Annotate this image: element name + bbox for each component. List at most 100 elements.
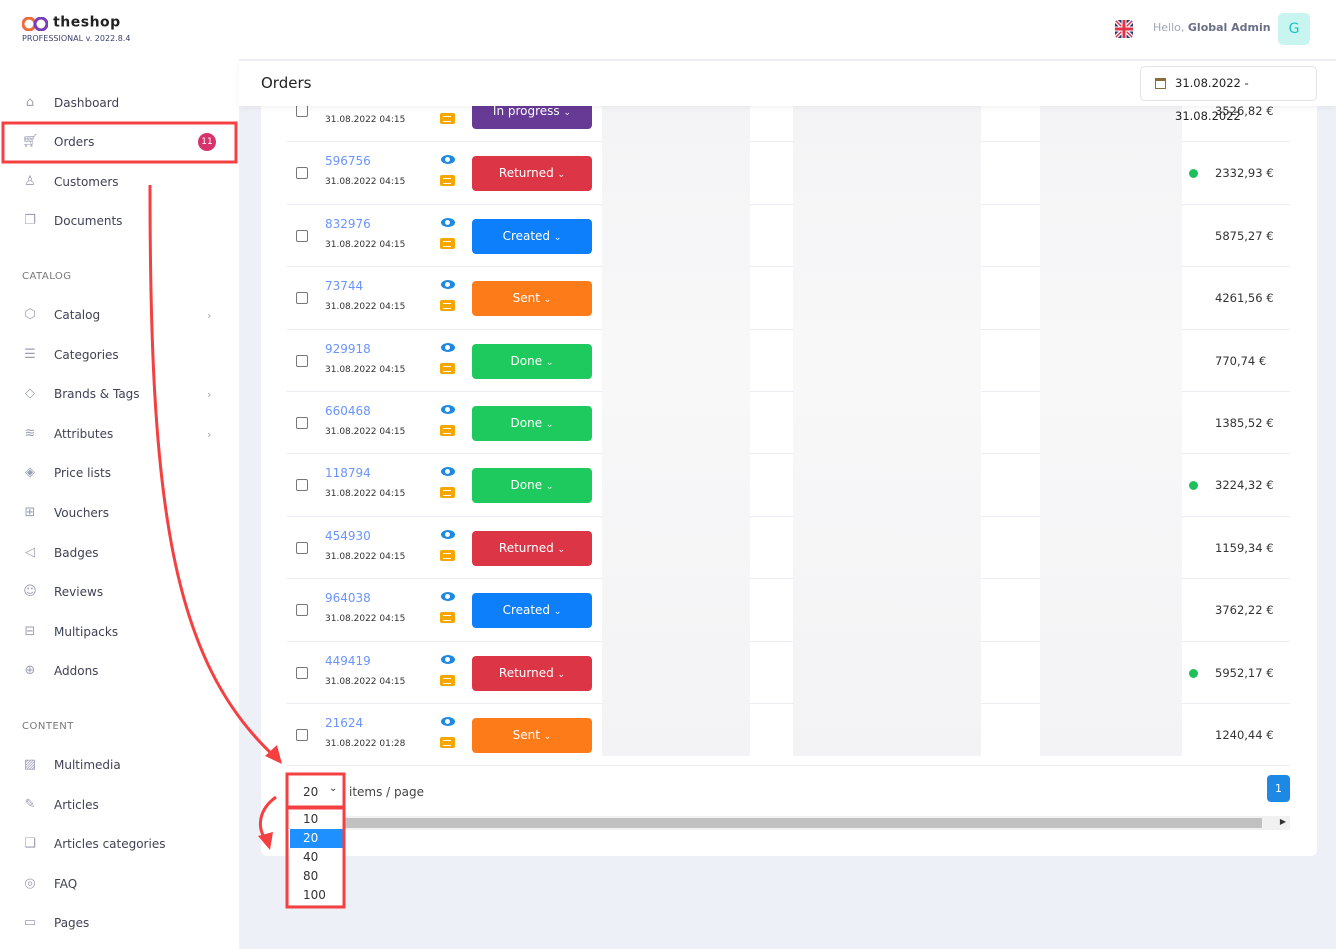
status-dropdown[interactable]: In progress ⌄ — [472, 106, 592, 129]
comments-icon[interactable] — [440, 487, 455, 499]
comments-icon[interactable] — [440, 237, 455, 249]
status-label: Done — [510, 478, 543, 493]
sidebar-item-label: Badges — [54, 546, 99, 560]
order-id-link[interactable]: 21624 — [325, 716, 363, 730]
sidebar-item-price-lists[interactable]: ◈ Price lists — [0, 455, 239, 491]
comments-icon[interactable] — [440, 612, 455, 624]
sidebar-item-addons[interactable]: ⊕ Addons — [0, 653, 239, 689]
sidebar-item-attributes[interactable]: ≋ Attributes › — [0, 416, 239, 452]
sidebar-item-catalog[interactable]: ⬡ Catalog › — [0, 297, 239, 333]
eye-icon[interactable] — [441, 716, 455, 726]
chevron-down-icon: ⌄ — [543, 295, 552, 306]
sidebar-item-brands-tags[interactable]: ◇ Brands & Tags › — [0, 376, 239, 412]
status-dropdown[interactable]: Created ⌄ — [472, 218, 592, 254]
status-label: Returned — [498, 166, 554, 181]
row-checkbox[interactable] — [296, 541, 308, 554]
per-page-option-20[interactable]: 20 — [290, 829, 343, 848]
order-id-link[interactable]: 660468 — [325, 404, 371, 418]
comments-icon[interactable] — [440, 674, 455, 686]
eye-icon[interactable] — [441, 342, 455, 352]
sidebar-item-pages[interactable]: ▭ Pages — [0, 905, 239, 941]
comments-icon[interactable] — [440, 424, 455, 436]
horizontal-scrollbar[interactable]: ▶ — [290, 816, 1290, 830]
row-checkbox[interactable] — [296, 666, 308, 679]
row-checkbox[interactable] — [296, 229, 308, 242]
lifebuoy-icon: ◎ — [24, 876, 36, 891]
eye-icon[interactable] — [441, 155, 455, 165]
scrollbar-thumb[interactable] — [342, 818, 1262, 828]
eye-icon[interactable] — [441, 467, 455, 477]
status-dropdown[interactable]: Done ⌄ — [472, 468, 592, 504]
status-dropdown[interactable]: Returned ⌄ — [472, 530, 592, 566]
order-id-link[interactable]: 832976 — [325, 217, 371, 231]
sidebar-item-articles[interactable]: ✎ Articles — [0, 787, 239, 823]
order-id-link[interactable]: 454930 — [325, 529, 371, 543]
sidebar-item-multimedia[interactable]: ▨ Multimedia — [0, 747, 239, 783]
row-checkbox[interactable] — [296, 728, 308, 741]
row-checkbox[interactable] — [296, 292, 308, 305]
order-date: 31.08.2022 04:15 — [325, 364, 406, 375]
order-id-link[interactable]: 596756 — [325, 154, 371, 168]
page-button-1[interactable]: 1 — [1267, 775, 1290, 802]
order-total: 4261,56 € — [1215, 291, 1274, 306]
order-total: 5875,27 € — [1215, 228, 1274, 243]
status-dropdown[interactable]: Done ⌄ — [472, 405, 592, 441]
status-dropdown[interactable]: Returned ⌄ — [472, 655, 592, 691]
sidebar-item-badges[interactable]: ◁ Badges — [0, 535, 239, 571]
row-checkbox[interactable] — [296, 354, 308, 367]
status-dropdown[interactable]: Done ⌄ — [472, 343, 592, 379]
status-dropdown[interactable]: Sent ⌄ — [472, 281, 592, 317]
row-checkbox[interactable] — [296, 416, 308, 429]
image-icon: ▨ — [23, 757, 37, 772]
eye-icon[interactable] — [441, 654, 455, 664]
order-id-link[interactable]: 73744 — [325, 279, 363, 293]
eye-icon[interactable] — [441, 592, 455, 602]
comments-icon[interactable] — [440, 300, 455, 312]
comments-icon[interactable] — [440, 736, 455, 748]
per-page-option-10[interactable]: 10 — [290, 810, 343, 829]
status-dropdown[interactable]: Sent ⌄ — [472, 717, 592, 753]
sidebar-item-faq[interactable]: ◎ FAQ — [0, 866, 239, 902]
logo[interactable]: theshop PROFESSIONAL v. 2022.8.4 — [21, 12, 130, 43]
order-id-link[interactable]: 449419 — [325, 654, 371, 668]
status-dropdown[interactable]: Returned ⌄ — [472, 156, 592, 192]
sidebar-item-dashboard[interactable]: ⌂ Dashboard — [0, 85, 239, 121]
comments-icon[interactable] — [440, 362, 455, 374]
date-range-picker[interactable]: 31.08.2022 - 31.08.2022 — [1140, 66, 1317, 123]
row-checkbox[interactable] — [296, 604, 308, 617]
sidebar-item-documents[interactable]: ❐ Documents — [0, 203, 239, 239]
sidebar-item-vouchers[interactable]: ⊞ Vouchers — [0, 495, 239, 531]
calendar-icon — [1155, 78, 1166, 89]
status-dropdown[interactable]: Created ⌄ — [472, 593, 592, 629]
eye-icon[interactable] — [441, 529, 455, 539]
order-date: 31.08.2022 04:15 — [325, 239, 406, 250]
uk-flag-icon[interactable] — [1115, 20, 1133, 38]
per-page-option-100[interactable]: 100 — [290, 886, 343, 905]
row-checkbox[interactable] — [296, 106, 308, 117]
sidebar-item-reviews[interactable]: ☺ Reviews — [0, 574, 239, 610]
per-page-option-80[interactable]: 80 — [290, 867, 343, 886]
scroll-right-arrow-icon[interactable]: ▶ — [1280, 817, 1286, 826]
sidebar-item-customers[interactable]: ♙ Customers — [0, 164, 239, 200]
eye-icon[interactable] — [441, 404, 455, 414]
row-checkbox[interactable] — [296, 167, 308, 180]
sidebar-item-label: Customers — [54, 175, 119, 189]
comments-icon[interactable] — [440, 549, 455, 561]
eye-icon[interactable] — [441, 217, 455, 227]
order-id-link[interactable]: 118794 — [325, 466, 371, 480]
chevron-down-icon: ⌄ — [557, 544, 566, 555]
order-id-link[interactable]: 964038 — [325, 591, 371, 605]
order-id-link[interactable]: 929918 — [325, 342, 371, 356]
comments-icon[interactable] — [440, 113, 455, 124]
avatar[interactable]: G — [1278, 13, 1310, 45]
comments-icon[interactable] — [440, 175, 455, 187]
sidebar-item-multipacks[interactable]: ⊟ Multipacks — [0, 614, 239, 650]
sidebar-item-articles-categories[interactable]: ❏ Articles categories — [0, 826, 239, 862]
sidebar-item-categories[interactable]: ☰ Categories — [0, 337, 239, 373]
eye-icon[interactable] — [441, 280, 455, 290]
per-page-option-40[interactable]: 40 — [290, 848, 343, 867]
sidebar-item-orders[interactable]: 🛒︎ Orders 11 — [0, 124, 239, 160]
sidebar-item-label: Addons — [54, 664, 99, 678]
per-page-select[interactable]: 20 ⌄ — [289, 776, 344, 806]
row-checkbox[interactable] — [296, 479, 308, 492]
